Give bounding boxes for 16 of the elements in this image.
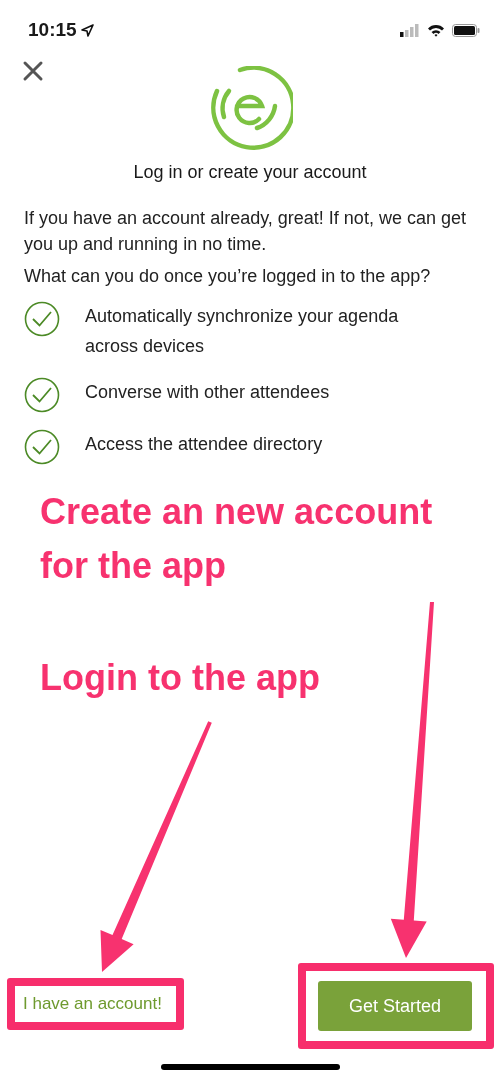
- page-title: Log in or create your account: [132, 162, 368, 183]
- get-started-button[interactable]: Get Started: [318, 981, 472, 1031]
- feature-text: Converse with other attendees: [85, 381, 331, 404]
- account-link[interactable]: I have an account!: [23, 994, 162, 1014]
- feature-text: Access the attendee directory: [85, 433, 324, 456]
- close-button[interactable]: [22, 60, 44, 82]
- annotation-text: Create an new account for the app: [40, 490, 434, 588]
- intro-paragraph: If you have an account already, great! If not, we can get you up and running in no time.: [24, 207, 467, 256]
- intro-paragraph: What can you do once you’re logged in to the app?: [24, 265, 432, 288]
- feature-text: Automatically synchronize your agenda across devices: [85, 305, 400, 358]
- location-arrow-icon: [80, 23, 94, 37]
- signal-icon: [400, 23, 420, 37]
- annotation-text: Login to the app: [40, 656, 321, 700]
- battery-icon: [452, 23, 480, 37]
- wifi-icon: [427, 23, 445, 37]
- clock-time: 10:15: [28, 19, 77, 41]
